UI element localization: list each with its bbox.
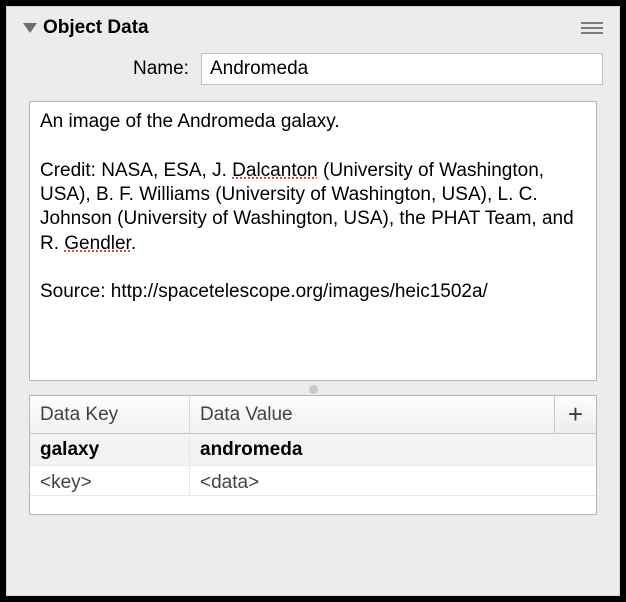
cell-key-placeholder[interactable]: <key> xyxy=(30,466,190,496)
panel-header: Object Data xyxy=(23,17,603,39)
resize-handle[interactable] xyxy=(23,383,603,395)
cell-key[interactable]: galaxy xyxy=(30,437,190,463)
data-table: Data Key Data Value + galaxy andromeda <… xyxy=(29,395,597,515)
name-label: Name: xyxy=(133,58,189,80)
column-header-value[interactable]: Data Value xyxy=(190,396,554,433)
add-row-button[interactable]: + xyxy=(554,396,596,433)
table-row-placeholder[interactable]: <key> <data> xyxy=(30,466,596,496)
spellcheck-word: Dalcanton xyxy=(232,160,318,181)
spellcheck-word: Gendler xyxy=(64,233,131,254)
description-textarea[interactable]: An image of the Andromeda galaxy. Credit… xyxy=(29,101,597,381)
plus-icon: + xyxy=(568,399,583,430)
disclosure-triangle-icon[interactable] xyxy=(23,23,37,33)
name-input[interactable] xyxy=(201,53,603,85)
cell-value[interactable]: andromeda xyxy=(190,437,596,463)
handle-dot-icon xyxy=(309,385,318,394)
panel-title: Object Data xyxy=(43,17,149,39)
menu-icon[interactable] xyxy=(581,20,603,36)
table-row[interactable]: galaxy andromeda xyxy=(30,434,596,466)
name-row: Name: xyxy=(23,53,603,85)
credit-end: . xyxy=(131,233,136,254)
credit-prefix: Credit: NASA, ESA, J. xyxy=(40,160,232,181)
table-header-row: Data Key Data Value + xyxy=(30,396,596,434)
panel-title-wrap[interactable]: Object Data xyxy=(23,17,149,39)
object-data-panel: Object Data Name: An image of the Androm… xyxy=(6,6,620,596)
desc-line1: An image of the Andromeda galaxy. xyxy=(40,111,340,132)
cell-value-placeholder[interactable]: <data> xyxy=(190,466,596,496)
source-line: Source: http://spacetelescope.org/images… xyxy=(40,281,488,302)
column-header-key[interactable]: Data Key xyxy=(30,396,190,433)
table-body: galaxy andromeda <key> <data> xyxy=(30,434,596,514)
